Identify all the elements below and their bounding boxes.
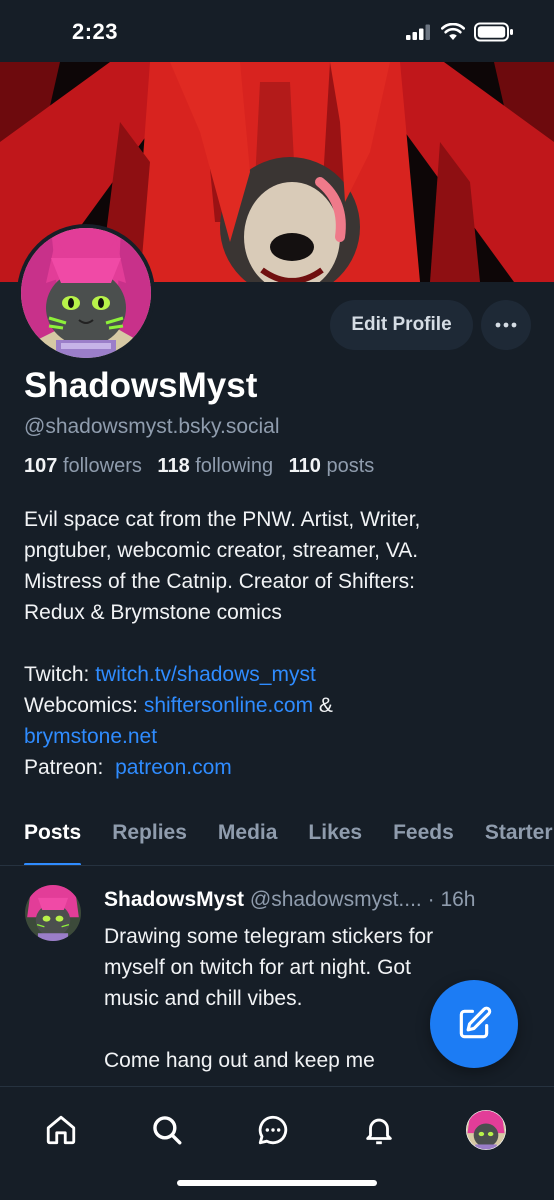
nav-profile-button[interactable] (461, 1105, 511, 1155)
status-time: 2:23 (72, 19, 119, 44)
following-label: following (195, 455, 274, 477)
more-options-button[interactable] (481, 300, 531, 350)
post-separator: · (427, 888, 435, 911)
bio-patreon-line: Patreon: patreon.com (24, 752, 534, 783)
status-bar: 2:23 (0, 0, 554, 62)
tab-likes[interactable]: Likes (308, 806, 362, 865)
profile-tabs: Posts Replies Media Likes Feeds Starter … (0, 806, 554, 866)
posts-stat: 110 posts (289, 455, 375, 477)
cellular-signal-icon (406, 24, 430, 40)
following-stat[interactable]: 118 following (157, 455, 273, 477)
patreon-link[interactable]: patreon.com (115, 756, 232, 779)
nav-search-button[interactable] (142, 1105, 192, 1155)
post-author-avatar[interactable] (25, 885, 81, 941)
wifi-icon (441, 23, 465, 40)
home-icon (46, 1115, 76, 1145)
bio-line: Mistress of the Catnip. Creator of Shift… (24, 570, 415, 593)
nav-notifications-button[interactable] (354, 1105, 404, 1155)
notifications-bell-icon (366, 1118, 392, 1145)
tab-starter-packs[interactable]: Starter Packs (485, 806, 554, 865)
posts-count: 110 (288, 455, 321, 477)
search-icon (153, 1116, 182, 1145)
bio-twitch-line: Twitch: twitch.tv/shadows_myst (24, 659, 534, 690)
nav-chat-button[interactable] (248, 1105, 298, 1155)
brymstone-link[interactable]: brymstone.net (24, 725, 157, 748)
following-count: 118 (157, 455, 190, 477)
status-icons (406, 22, 514, 42)
post-text-line: myself on twitch for art night. Got (104, 956, 411, 979)
post-avatar-image (25, 885, 81, 941)
followers-stat[interactable]: 107 followers (24, 455, 142, 477)
bio-webcomics-line: Webcomics: shiftersonline.com & (24, 690, 534, 721)
followers-label: followers (62, 455, 142, 477)
post-author-name[interactable]: ShadowsMyst (104, 888, 244, 911)
bio-brymstone-line: brymstone.net (24, 721, 534, 752)
post-time: 16h (440, 888, 476, 911)
display-name: ShadowsMyst (24, 366, 258, 405)
bio-line: Evil space cat from the PNW. Artist, Wri… (24, 508, 421, 531)
followers-count: 107 (24, 455, 58, 477)
tab-replies[interactable]: Replies (112, 806, 187, 865)
post-header: ShadowsMyst @shadowsmyst.... · 16h (104, 888, 534, 912)
ampersand-text: & (318, 694, 333, 717)
bio-line: pngtuber, webcomic creator, streamer, VA… (24, 539, 419, 562)
chat-icon (258, 1115, 288, 1145)
avatar-image (21, 228, 151, 358)
home-indicator[interactable] (177, 1180, 377, 1186)
battery-icon (474, 22, 513, 42)
tab-media[interactable]: Media (218, 806, 278, 865)
compose-icon (459, 1006, 492, 1039)
tab-feeds[interactable]: Feeds (393, 806, 454, 865)
twitch-link[interactable]: twitch.tv/shadows_myst (95, 663, 316, 686)
profile-stats: 107 followers 118 following 110 posts (24, 455, 384, 478)
profile-avatar-icon (466, 1110, 506, 1150)
patreon-label: Patreon: (24, 756, 104, 779)
compose-button[interactable] (430, 980, 518, 1068)
nav-home-button[interactable] (36, 1105, 86, 1155)
post-text-line: Drawing some telegram stickers for (104, 925, 434, 948)
tab-posts[interactable]: Posts (24, 806, 82, 865)
webcomics-label: Webcomics: (24, 694, 138, 717)
profile-avatar[interactable] (17, 224, 155, 362)
edit-profile-button[interactable]: Edit Profile (330, 300, 473, 350)
shiftersonline-link[interactable]: shiftersonline.com (144, 694, 313, 717)
post-author-handle[interactable]: @shadowsmyst.... (250, 888, 422, 911)
more-horizontal-icon (495, 322, 517, 328)
profile-bio: Evil space cat from the PNW. Artist, Wri… (24, 504, 534, 783)
bio-line: Redux & Brymstone comics (24, 601, 282, 624)
profile-handle: @shadowsmyst.bsky.social (24, 415, 280, 438)
posts-label: posts (326, 455, 375, 477)
twitch-label: Twitch: (24, 663, 90, 686)
